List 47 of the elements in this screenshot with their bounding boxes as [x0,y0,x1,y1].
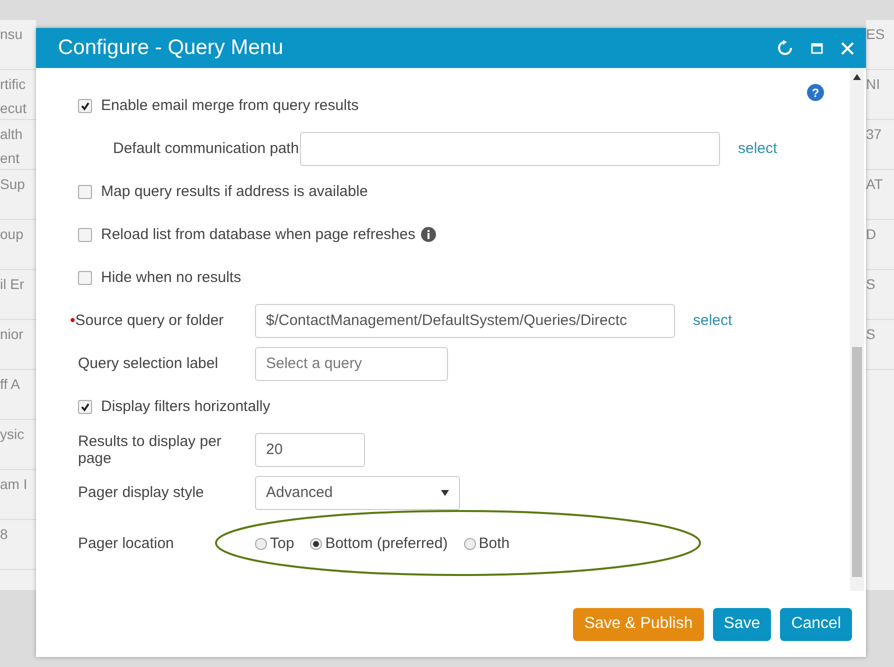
select-link[interactable]: select [693,312,732,329]
dialog-button[interactable]: Cancel [780,608,852,640]
checkbox-label: Map query results if address is available [101,183,368,200]
background-table-text: NI [866,70,894,120]
checkbox[interactable] [78,400,92,414]
background-table-text: AT [866,170,894,220]
background-table-text: S [866,270,894,320]
radio-button[interactable] [464,538,476,550]
background-table-text: S [866,320,894,370]
field-label: Source query or folder [75,312,224,329]
checkbox[interactable] [78,270,92,284]
checkbox-label: Hide when no results [101,269,242,286]
publish-button[interactable]: Save & Publish [573,608,704,640]
close-icon[interactable] [841,42,854,54]
input-field[interactable]: 20 [255,432,365,466]
field-label: Default communication path [113,140,299,157]
radio-button[interactable] [310,538,322,550]
required-dot: • [70,312,76,329]
checkbox[interactable] [78,184,92,198]
checkbox-label: Display filters horizontally [101,398,270,415]
checkbox[interactable] [78,98,92,112]
dialog-button[interactable]: Save [712,608,772,640]
window-title: Configure - Query Menu [58,36,284,60]
background-table-text: D [866,220,894,270]
field-label: Pager location [78,535,175,552]
radio-button[interactable] [255,538,267,550]
radio-label: Both [478,535,510,552]
field-label: Query selection label [78,355,218,372]
input-field[interactable]: $/ContactManagement/DefaultSystem/Queries/Directc [255,304,675,338]
radio-label: Bottom (preferred) [325,535,448,552]
field-label: Pager display style [78,484,205,501]
input-field[interactable]: Select a query [255,346,448,380]
scroll-up-icon[interactable] [853,74,861,80]
background-table-text: ES [866,20,894,70]
select-link[interactable]: select [738,140,778,157]
help-icon[interactable]: ? [807,84,824,101]
input-field[interactable] [300,132,720,166]
field-label: Results to display per page [78,432,222,466]
checkbox-label: Enable email merge from query results [101,97,359,114]
maximize-icon[interactable] [811,42,823,54]
radio-label: Top [270,535,294,552]
background-table-text: 37 [866,120,894,170]
dropdown[interactable]: Advanced [255,476,460,510]
caret-icon [441,490,449,496]
checkbox-label: Reload list from database when page refreshes [101,226,416,243]
refresh-icon[interactable] [777,40,793,56]
checkbox[interactable] [78,228,92,242]
